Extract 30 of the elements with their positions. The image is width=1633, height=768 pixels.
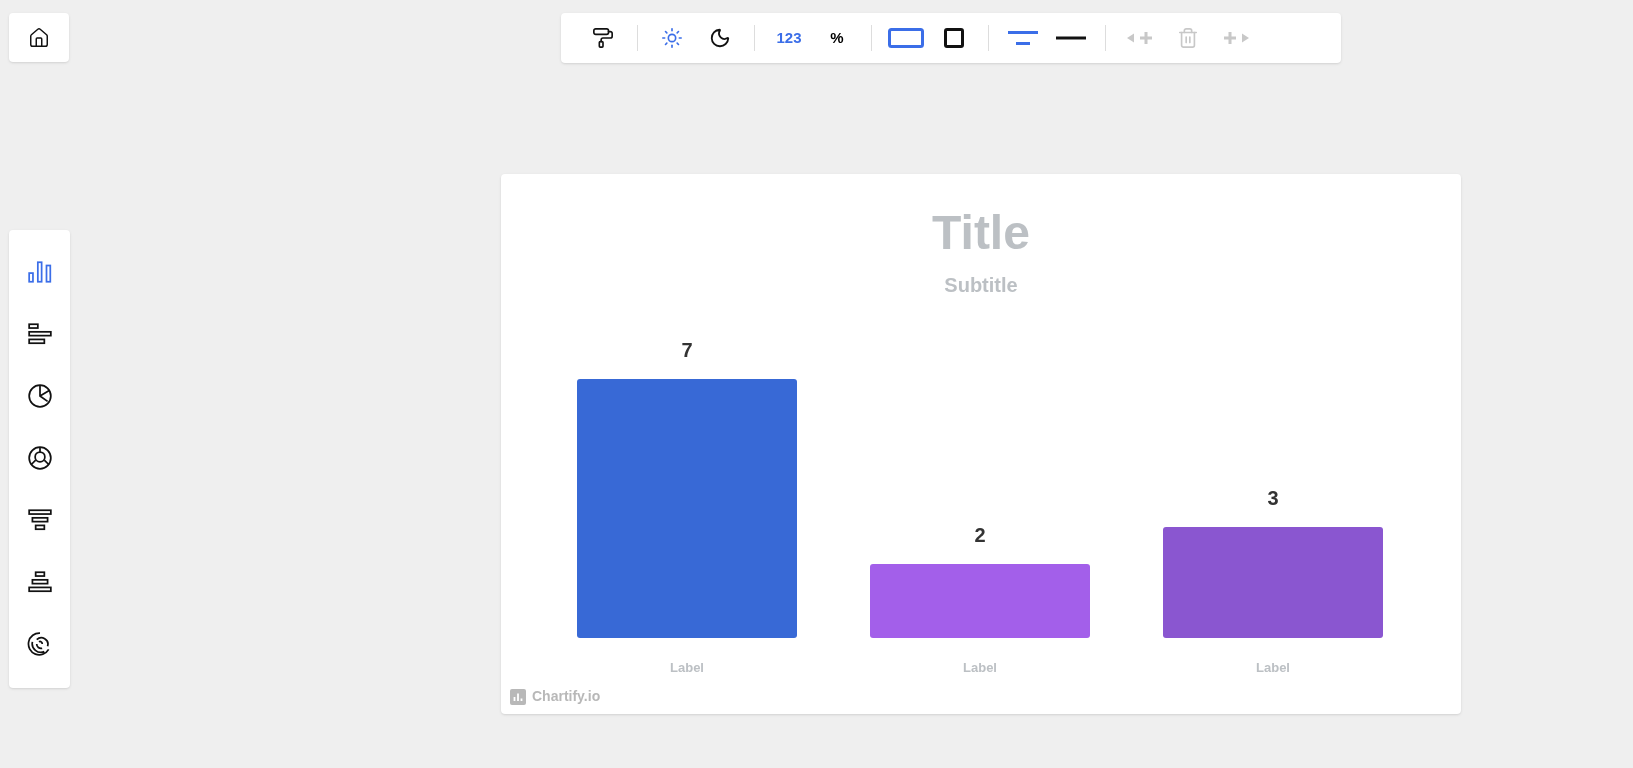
brand-label: Chartify.io	[532, 687, 601, 706]
paint-roller-icon	[592, 27, 614, 49]
chart-subtitle: Subtitle	[944, 273, 1018, 298]
value-label: 3	[1267, 487, 1279, 509]
value-label: 2	[974, 524, 986, 546]
add-right-icon	[1222, 31, 1250, 45]
funnel-chart-icon	[26, 507, 53, 533]
home-icon	[28, 26, 50, 49]
home-button[interactable]	[9, 13, 69, 62]
chart-title: Title	[932, 205, 1030, 261]
pyramid-chart-icon	[26, 569, 53, 595]
donut-chart-icon	[26, 445, 53, 471]
category-label: Label	[963, 660, 997, 675]
horizontal-bar-chart-icon	[26, 321, 53, 347]
square-icon	[944, 28, 964, 48]
toolbar-toggle[interactable]: 123	[769, 20, 809, 56]
two-lines-icon	[1008, 31, 1038, 45]
bar-chart-logo-icon	[510, 688, 526, 705]
sun-icon	[661, 27, 683, 49]
trash-icon	[1177, 27, 1199, 49]
category-label: Label	[1256, 660, 1290, 675]
bar-chart-icon	[26, 259, 53, 285]
line-icon	[1056, 36, 1086, 40]
category-label: Label	[670, 660, 704, 675]
toolbar-toggle[interactable]: %	[817, 20, 857, 56]
pie-chart-icon	[26, 383, 53, 409]
add-left-icon	[1126, 31, 1154, 45]
moon-icon	[709, 27, 731, 49]
value-label: 7	[681, 339, 693, 361]
wide-rectangle-icon	[888, 28, 924, 48]
